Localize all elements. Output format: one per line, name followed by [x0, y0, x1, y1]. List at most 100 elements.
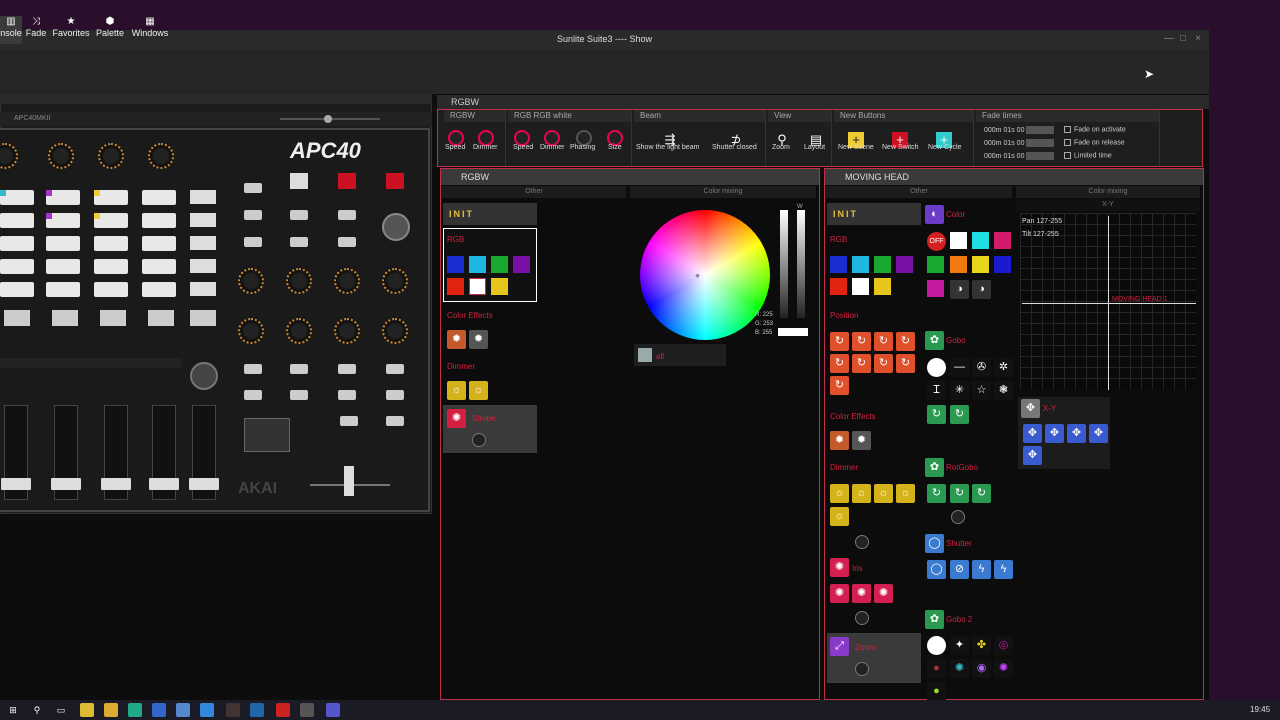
iris-knob[interactable]: [855, 611, 869, 625]
gobo-pattern[interactable]: ✳: [950, 381, 969, 400]
fade-time-row[interactable]: 000m 01s 00: [984, 152, 1055, 160]
position-effect-icon[interactable]: ↻: [874, 332, 893, 351]
app-icon[interactable]: [250, 703, 264, 717]
console-zoom-handle[interactable]: [324, 115, 332, 123]
new-cycle-button[interactable]: New Cycle: [928, 144, 961, 151]
sends-button[interactable]: [244, 210, 262, 220]
app-icon[interactable]: [176, 703, 190, 717]
gobo-pattern[interactable]: ❃: [994, 381, 1013, 400]
strobe-speed-knob[interactable]: [472, 433, 486, 447]
xy-icon[interactable]: ✥: [1021, 399, 1040, 418]
iris-effect-icon[interactable]: ✺: [852, 584, 871, 603]
rotgobo-effect-icon[interactable]: ↻: [972, 484, 991, 503]
gobo-pattern[interactable]: ☆: [972, 381, 991, 400]
color-effect-icon[interactable]: ◑: [950, 280, 969, 299]
zoom-icon[interactable]: ⤢: [830, 637, 849, 656]
bank-button[interactable]: [338, 364, 356, 374]
color-swatch[interactable]: [950, 256, 967, 273]
position-effect-icon[interactable]: ↻: [874, 354, 893, 373]
color-swatch[interactable]: [830, 278, 847, 295]
task-view-icon[interactable]: ▭: [54, 703, 68, 717]
menu-windows[interactable]: ▦ Windows: [130, 16, 170, 44]
iris-effect-icon[interactable]: ✺: [830, 584, 849, 603]
clip-pad[interactable]: [0, 236, 34, 251]
color-swatch[interactable]: [852, 256, 869, 273]
effect-icon[interactable]: ✹: [469, 330, 488, 349]
fade-on-release-checkbox[interactable]: Fade on release: [1064, 139, 1125, 146]
app-icon[interactable]: [128, 703, 142, 717]
dimmer-effect-icon[interactable]: ☼: [896, 484, 915, 503]
app-icon[interactable]: [276, 703, 290, 717]
clip-stop-button[interactable]: [4, 310, 30, 326]
gobo-pattern[interactable]: —: [950, 358, 969, 377]
color-effect-icon[interactable]: ◑: [972, 280, 991, 299]
layout-button[interactable]: Layout: [804, 144, 825, 151]
metronome-button[interactable]: [290, 210, 308, 220]
device-knob[interactable]: [334, 318, 360, 344]
bank-button[interactable]: [386, 416, 404, 426]
gobo2-pattern[interactable]: ✤: [972, 636, 991, 655]
scene-launch-button[interactable]: [190, 190, 216, 204]
device-knob[interactable]: [286, 318, 312, 344]
color-swatch[interactable]: [852, 278, 869, 295]
clip-stop-button[interactable]: [52, 310, 78, 326]
dimmer-effect-icon[interactable]: ☼: [852, 484, 871, 503]
color-swatch[interactable]: [491, 256, 508, 273]
explorer-icon[interactable]: [104, 703, 118, 717]
record-button[interactable]: [338, 173, 356, 189]
dimmer-effect-icon[interactable]: ☼: [830, 484, 849, 503]
clip-pad[interactable]: [94, 282, 128, 297]
menu-console[interactable]: ▥ nsole: [0, 16, 22, 44]
search-icon[interactable]: ⚲: [30, 703, 44, 717]
shutter-effect-icon[interactable]: ⊘: [950, 560, 969, 579]
fade-time-row[interactable]: 000m 01s 00: [984, 139, 1055, 147]
color-wheel[interactable]: [640, 210, 770, 340]
color-swatch[interactable]: [896, 256, 913, 273]
knob[interactable]: [148, 143, 174, 169]
effect-icon[interactable]: ✹: [852, 431, 871, 450]
knob[interactable]: [98, 143, 124, 169]
dimmer-effect-icon[interactable]: ☼: [830, 507, 849, 526]
new-scene-button[interactable]: New Scene: [838, 144, 874, 151]
shutter-closed-button[interactable]: Shutter closed: [712, 144, 757, 151]
chrome-icon[interactable]: [80, 703, 94, 717]
clip-pad[interactable]: [0, 259, 34, 274]
cue-level-knob[interactable]: [190, 362, 218, 390]
device-knob[interactable]: [334, 268, 360, 294]
clip-pad[interactable]: [46, 236, 80, 251]
position-effect-icon[interactable]: ↻: [830, 376, 849, 395]
gobo2-pattern[interactable]: ✺: [994, 659, 1013, 678]
xy-preset[interactable]: ✥: [1023, 446, 1042, 465]
device-knob[interactable]: [286, 268, 312, 294]
dimmer-effect-icon[interactable]: ☼: [447, 381, 466, 400]
gobo-pattern[interactable]: Ɪ: [927, 381, 946, 400]
clip-pad[interactable]: [94, 236, 128, 251]
xy-preset[interactable]: ✥: [1067, 424, 1086, 443]
zoom-knob[interactable]: [855, 662, 869, 676]
maximize-button[interactable]: □: [1176, 30, 1190, 48]
shutter-icon[interactable]: ◯: [925, 534, 944, 553]
shutter-effect-icon[interactable]: ϟ: [994, 560, 1013, 579]
fade-time-row[interactable]: 000m 01s 00: [984, 126, 1055, 134]
clip-pad[interactable]: [142, 190, 176, 205]
color-swatch[interactable]: [491, 278, 508, 295]
device-knob[interactable]: [238, 318, 264, 344]
menu-favorites[interactable]: ★ Favorites: [51, 16, 91, 44]
scene-launch-button[interactable]: [190, 282, 216, 296]
brightness-slider[interactable]: [797, 210, 805, 318]
color-swatch[interactable]: [994, 232, 1011, 249]
iris-effect-icon[interactable]: ✺: [874, 584, 893, 603]
dev-onoff-button[interactable]: [244, 390, 262, 400]
show-light-beam-button[interactable]: Show the light beam: [636, 144, 699, 151]
device-button[interactable]: [244, 364, 262, 374]
dimmer-knob[interactable]: [855, 535, 869, 549]
color-swatch[interactable]: [972, 256, 989, 273]
shift-button[interactable]: [340, 416, 358, 426]
color-swatch[interactable]: [513, 256, 530, 273]
clip-pad[interactable]: [0, 282, 34, 297]
position-effect-icon[interactable]: ↻: [852, 332, 871, 351]
color-swatch[interactable]: [994, 256, 1011, 273]
device-knob[interactable]: [382, 268, 408, 294]
fader-cap[interactable]: [189, 478, 219, 490]
color-picker-cursor[interactable]: ⌖: [695, 271, 700, 282]
